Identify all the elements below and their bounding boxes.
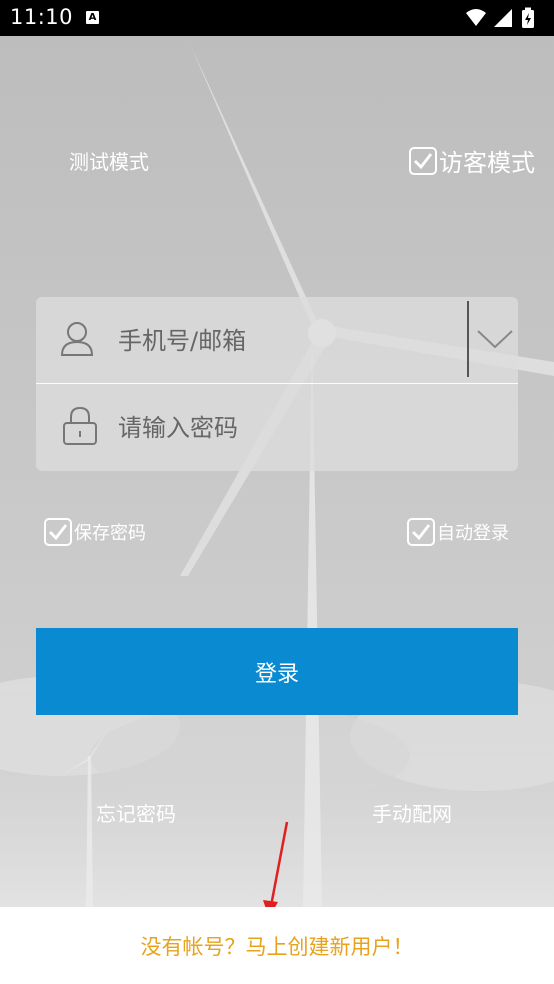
wifi-icon bbox=[466, 9, 486, 26]
create-account-link[interactable]: 没有帐号？马上创建新用户！ bbox=[0, 931, 554, 961]
chevron-down-icon[interactable] bbox=[476, 325, 514, 355]
auto-login-check-icon bbox=[407, 518, 435, 546]
visitor-mode-checkbox[interactable]: 访客模式 bbox=[409, 143, 535, 178]
notification-badge-icon: A bbox=[86, 11, 99, 24]
save-password-check-icon bbox=[44, 518, 72, 546]
signup-footer: 没有帐号？马上创建新用户！ bbox=[0, 907, 554, 984]
auto-login-checkbox[interactable]: 自动登录 bbox=[407, 518, 509, 546]
login-form bbox=[36, 297, 518, 471]
status-bar: 11:10 A bbox=[0, 0, 554, 36]
status-icons bbox=[466, 7, 534, 28]
status-time: 11:10 bbox=[10, 5, 74, 29]
account-row bbox=[36, 297, 518, 384]
battery-icon bbox=[522, 7, 534, 28]
forgot-password-link[interactable]: 忘记密码 bbox=[96, 798, 176, 827]
lock-icon bbox=[63, 406, 97, 445]
manual-network-config-link[interactable]: 手动配网 bbox=[372, 798, 452, 827]
annotation-arrow-icon bbox=[263, 821, 289, 918]
dropdown-divider bbox=[467, 301, 469, 377]
visitor-mode-label: 访客模式 bbox=[439, 149, 535, 177]
save-password-checkbox[interactable]: 保存密码 bbox=[44, 518, 146, 546]
user-icon bbox=[60, 322, 94, 356]
account-input[interactable] bbox=[116, 321, 460, 361]
password-input[interactable] bbox=[116, 408, 460, 448]
save-password-label: 保存密码 bbox=[74, 523, 146, 544]
visitor-mode-check-icon bbox=[409, 146, 437, 175]
auto-login-label: 自动登录 bbox=[437, 523, 509, 544]
password-row bbox=[36, 384, 518, 470]
signal-icon bbox=[494, 9, 512, 27]
test-mode-link[interactable]: 测试模式 bbox=[69, 146, 149, 175]
login-button[interactable]: 登录 bbox=[36, 628, 518, 715]
